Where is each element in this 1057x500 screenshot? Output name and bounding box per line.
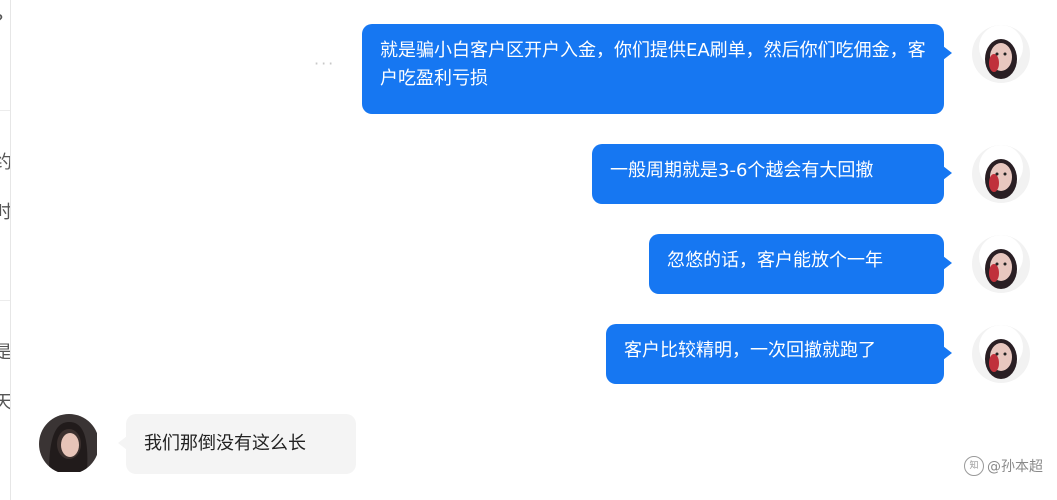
message-text: 忽悠的话，客户能放个一年 [667,250,883,271]
outgoing-message-bubble[interactable]: 忽悠的话，客户能放个一年 [649,234,952,294]
outgoing-message-bubble[interactable]: 客户比较精明，一次回撤就跑了 [606,324,952,384]
outgoing-message-bubble[interactable]: 就是骗小白客户区开户入金，你们提供EA刷单，然后你们吃佣金，客户吃盈利亏损 [362,24,952,114]
left-text-fragment: 是 [0,343,10,363]
left-text-fragment: 时 [0,203,10,223]
message-text: 客户比较精明，一次回撤就跑了 [624,340,876,361]
self-avatar[interactable] [972,25,1030,83]
self-avatar[interactable] [972,325,1030,383]
contact-avatar[interactable] [39,414,99,474]
avatar-image [39,414,97,472]
message-text: 我们那倒没有这么长 [144,433,306,454]
outgoing-message-bubble[interactable]: 一般周期就是3-6个越会有大回撤 [592,144,952,204]
zhihu-logo-icon: 知 [964,456,984,476]
self-avatar[interactable] [972,145,1030,203]
message-text: 就是骗小白客户区开户入金，你们提供EA刷单，然后你们吃佣金，客户吃盈利亏损 [380,40,926,89]
divider [0,110,10,111]
avatar-image [972,325,1030,383]
avatar-image [972,25,1030,83]
watermark-text: @孙本超 [987,459,1043,475]
watermark: 知 @孙本超 [964,456,1043,476]
divider [0,300,10,301]
message-text: 一般周期就是3-6个越会有大回撤 [610,160,874,181]
self-avatar[interactable] [972,235,1030,293]
avatar-image [972,235,1030,293]
left-text-fragment: 约 [0,153,10,173]
incoming-message-bubble[interactable]: 我们那倒没有这么长 [118,414,356,474]
typing-indicator: ··· [314,54,336,73]
left-text-fragment: 天 [0,393,10,413]
avatar-image [972,145,1030,203]
left-panel-edge: ? 约 时 是 天 [0,0,11,500]
left-text-fragment: ? [0,12,10,32]
